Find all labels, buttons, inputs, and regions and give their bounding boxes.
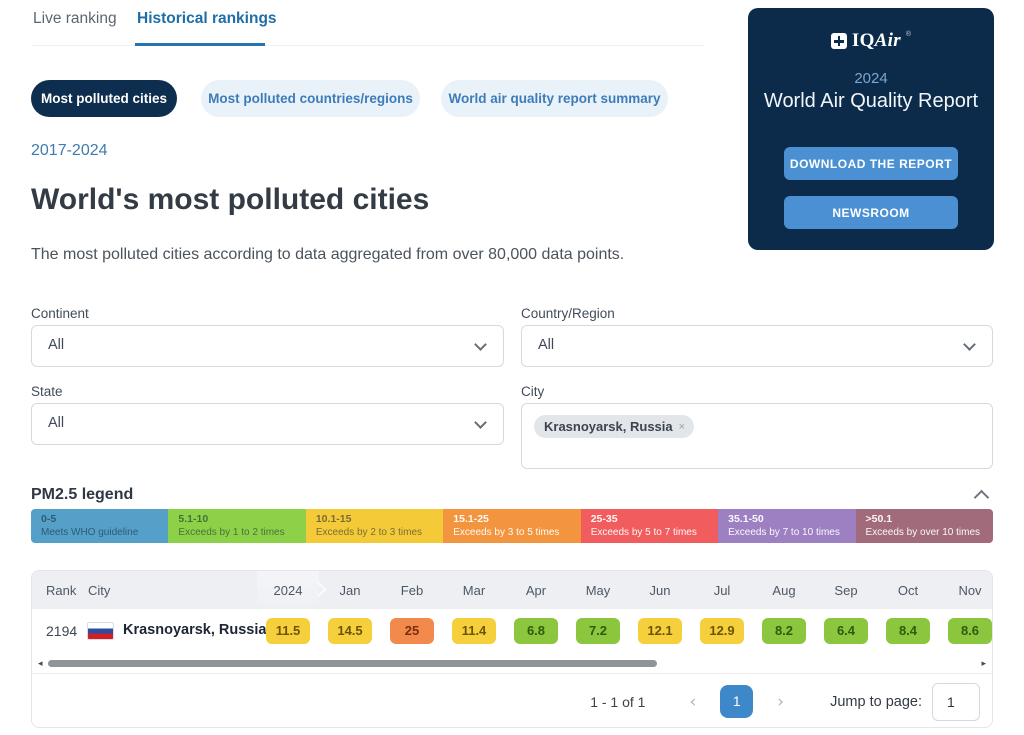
city-tag-label: Krasnoyarsk, Russia xyxy=(544,419,673,434)
download-report-button[interactable]: DOWNLOAD THE REPORT xyxy=(784,147,958,180)
report-card: IQAir ® 2024 World Air Quality Report DO… xyxy=(748,8,994,250)
legend-band: >50.1Exceeds by over 10 times xyxy=(856,509,993,543)
pm25-value: 25 xyxy=(390,618,434,644)
russia-flag-icon xyxy=(87,622,114,640)
scroll-right-icon[interactable]: ▸ xyxy=(981,658,986,669)
col-sep: Sep xyxy=(815,583,877,598)
col-jul: Jul xyxy=(691,583,753,598)
remove-tag-icon[interactable]: × xyxy=(679,421,685,433)
legend-band: 25-35Exceeds by 5 to 7 times xyxy=(581,509,718,543)
col-may: May xyxy=(567,583,629,598)
col-jan: Jan xyxy=(319,583,381,598)
iqair-cross-icon xyxy=(831,33,847,49)
pm25-value: 12.9 xyxy=(700,618,744,644)
scroll-left-icon[interactable]: ◂ xyxy=(38,658,43,669)
legend-band: 10.1-15Exceeds by 2 to 3 times xyxy=(306,509,443,543)
chevron-up-icon[interactable] xyxy=(974,490,990,506)
pm25-value: 6.4 xyxy=(824,618,868,644)
table-header: Rank City 2024 Jan Feb Mar Apr May Jun J… xyxy=(32,571,992,609)
pagination-bar: 1 - 1 of 1 ‹ 1 › Jump to page: xyxy=(32,673,992,728)
country-select[interactable]: All xyxy=(521,325,993,367)
city-tag: Krasnoyarsk, Russia × xyxy=(534,415,694,438)
chevron-down-icon xyxy=(474,338,487,351)
pm25-value: 12.1 xyxy=(638,618,682,644)
pill-report-summary[interactable]: World air quality report summary xyxy=(441,80,668,117)
report-title: World Air Quality Report xyxy=(748,90,994,113)
country-label: Country/Region xyxy=(521,306,615,321)
pill-most-polluted-countries[interactable]: Most polluted countries/regions xyxy=(201,80,420,117)
registered-mark: ® xyxy=(906,31,911,38)
col-rank: Rank xyxy=(46,583,76,598)
newsroom-button[interactable]: NEWSROOM xyxy=(784,196,958,229)
legend-band: 35.1-50Exceeds by 7 to 10 times xyxy=(718,509,855,543)
city-name[interactable]: Krasnoyarsk, Russia xyxy=(123,622,266,638)
next-page-icon[interactable]: › xyxy=(777,692,784,712)
rank-value: 2194 xyxy=(46,623,77,639)
col-aug: Aug xyxy=(753,583,815,598)
year-range: 2017-2024 xyxy=(31,142,108,160)
pm25-value: 8.4 xyxy=(886,618,930,644)
continent-select[interactable]: All xyxy=(31,325,504,367)
pm25-legend-title: PM2.5 legend xyxy=(31,486,133,504)
pill-most-polluted-cities[interactable]: Most polluted cities xyxy=(31,80,177,117)
legend-band: 15.1-25Exceeds by 3 to 5 times xyxy=(443,509,580,543)
chevron-down-icon xyxy=(963,338,976,351)
page-1-button[interactable]: 1 xyxy=(720,685,753,718)
pm25-value: 8.2 xyxy=(762,618,806,644)
pm25-value: 11.4 xyxy=(452,618,496,644)
table-row: 2194 Krasnoyarsk, Russia 11.5 14.5 25 11… xyxy=(32,609,992,653)
tab-strip: Live ranking Historical rankings xyxy=(31,0,705,46)
pagination-summary: 1 - 1 of 1 xyxy=(590,694,645,710)
rankings-table: Rank City 2024 Jan Feb Mar Apr May Jun J… xyxy=(31,570,993,728)
pm25-value: 14.5 xyxy=(328,618,372,644)
page-title: World's most polluted cities xyxy=(31,183,429,217)
col-jun: Jun xyxy=(629,583,691,598)
prev-page-icon[interactable]: ‹ xyxy=(689,692,696,712)
col-apr: Apr xyxy=(505,583,567,598)
state-value: All xyxy=(48,415,64,431)
col-nov: Nov xyxy=(939,583,993,598)
col-2024[interactable]: 2024 xyxy=(257,583,319,598)
pm25-value: 11.5 xyxy=(266,618,310,644)
legend-band: 0-5Meets WHO guideline xyxy=(31,509,168,543)
col-mar: Mar xyxy=(443,583,505,598)
legend-band: 5.1-10Exceeds by 1 to 2 times xyxy=(168,509,305,543)
state-select[interactable]: All xyxy=(31,403,504,445)
jump-to-page-label: Jump to page: xyxy=(830,694,922,710)
col-oct: Oct xyxy=(877,583,939,598)
pm25-value: 6.8 xyxy=(514,618,558,644)
tab-historical-rankings[interactable]: Historical rankings xyxy=(137,10,277,28)
pm25-value: 7.2 xyxy=(576,618,620,644)
page: Live ranking Historical rankings Most po… xyxy=(0,0,1024,735)
tab-live-ranking[interactable]: Live ranking xyxy=(33,10,117,28)
state-label: State xyxy=(31,384,63,399)
active-tab-underline xyxy=(135,43,265,46)
col-city: City xyxy=(88,583,110,598)
report-year: 2024 xyxy=(748,70,994,87)
horizontal-scrollbar[interactable] xyxy=(48,660,657,667)
continent-value: All xyxy=(48,337,64,353)
chevron-down-icon xyxy=(474,416,487,429)
page-subtitle: The most polluted cities according to da… xyxy=(31,246,624,264)
pm25-legend-bar: 0-5Meets WHO guideline 5.1-10Exceeds by … xyxy=(31,509,993,543)
pm25-value: 8.6 xyxy=(948,618,992,644)
city-multiselect[interactable]: Krasnoyarsk, Russia × xyxy=(521,403,993,469)
iqair-logo: IQAir ® xyxy=(748,30,994,52)
iqair-wordmark: IQAir xyxy=(852,30,901,52)
col-feb: Feb xyxy=(381,583,443,598)
jump-to-page-input[interactable] xyxy=(932,683,980,721)
city-label: City xyxy=(521,384,544,399)
country-value: All xyxy=(538,337,554,353)
continent-label: Continent xyxy=(31,306,89,321)
